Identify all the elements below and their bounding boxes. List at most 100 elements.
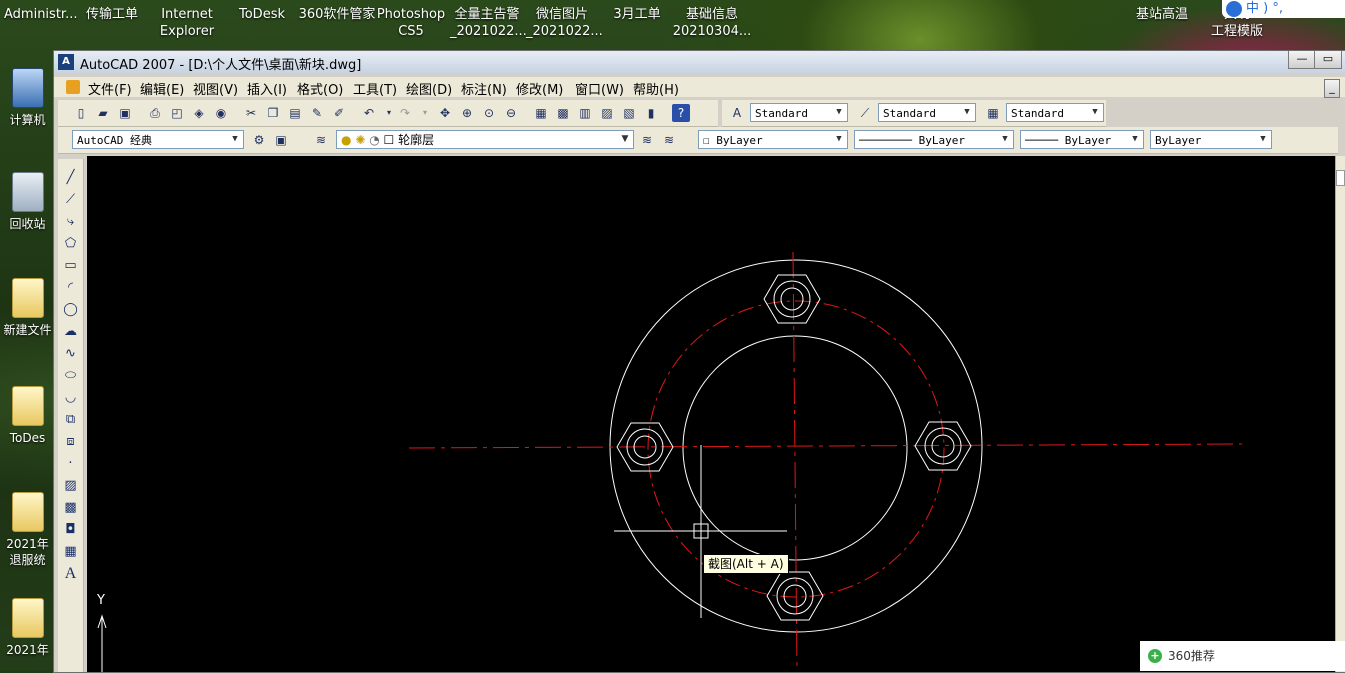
- dim-style-icon[interactable]: ⟋: [856, 104, 874, 122]
- ellipse-arc-icon[interactable]: ◡: [62, 389, 79, 406]
- desktop-icon-360-software-manager[interactable]: 360软件管家: [298, 6, 376, 23]
- construction-line-icon[interactable]: ⟋: [62, 191, 79, 208]
- open-file-icon[interactable]: ▰: [94, 104, 112, 122]
- linetype-select[interactable]: ──────── ByLayer ▼: [854, 130, 1014, 149]
- plot-preview-icon[interactable]: ◰: [168, 104, 186, 122]
- menu-insert[interactable]: 插入(I): [247, 79, 287, 98]
- markup-icon[interactable]: ▧: [620, 104, 638, 122]
- gradient-icon[interactable]: ▩: [62, 499, 79, 516]
- scrollbar-thumb[interactable]: [1336, 170, 1345, 186]
- polygon-icon[interactable]: ⬠: [62, 235, 79, 252]
- polyline-icon[interactable]: ⤷: [62, 213, 79, 230]
- maximize-button[interactable]: ▭: [1314, 51, 1342, 69]
- workspace-settings-icon[interactable]: ⚙: [250, 131, 268, 149]
- ellipse-icon[interactable]: ⬭: [62, 367, 79, 384]
- layer-previous-icon[interactable]: ≋: [660, 131, 678, 149]
- zoom-previous-icon[interactable]: ⊖: [502, 104, 520, 122]
- desktop-icon-internet-explorer[interactable]: Internet Explorer: [150, 6, 224, 40]
- 3d-dwf-icon[interactable]: ◉: [212, 104, 230, 122]
- save-icon[interactable]: ▣: [116, 104, 134, 122]
- new-file-icon[interactable]: ▯: [72, 104, 90, 122]
- circle-icon[interactable]: ◯: [62, 301, 79, 318]
- desktop-icon-photoshop[interactable]: Photoshop CS5: [376, 6, 446, 40]
- block-editor-icon[interactable]: ✐: [330, 104, 348, 122]
- menu-edit[interactable]: 编辑(E): [140, 79, 184, 98]
- desktop-icon-todesk[interactable]: ToDesk: [230, 6, 294, 23]
- revision-cloud-icon[interactable]: ☁: [62, 323, 79, 340]
- desktop-icon-administrator[interactable]: Administr...: [4, 6, 77, 23]
- copy-icon[interactable]: ❐: [264, 104, 282, 122]
- multiline-text-icon[interactable]: A: [62, 565, 79, 582]
- paste-icon[interactable]: ▤: [286, 104, 304, 122]
- table-style-select[interactable]: Standard ▼: [1006, 103, 1104, 122]
- zoom-realtime-icon[interactable]: ⊕: [458, 104, 476, 122]
- menu-file[interactable]: 文件(F): [88, 79, 132, 98]
- cut-icon[interactable]: ✂: [242, 104, 260, 122]
- point-icon[interactable]: ·: [62, 455, 79, 472]
- table-style-icon[interactable]: ▦: [984, 104, 1002, 122]
- dim-style-select[interactable]: Standard ▼: [878, 103, 976, 122]
- drawing-canvas[interactable]: Y: [87, 156, 1336, 672]
- print-icon[interactable]: ⎙: [146, 104, 164, 122]
- menu-view[interactable]: 视图(V): [193, 79, 238, 98]
- vertical-scrollbar[interactable]: [1335, 156, 1345, 672]
- desktop-icon-wechat-image[interactable]: 微信图片 _2021022...: [526, 6, 603, 40]
- menu-format[interactable]: 格式(O): [297, 79, 343, 98]
- menu-dimension[interactable]: 标注(N): [461, 79, 507, 98]
- desktop-icon-station-high-temp[interactable]: 基站高温: [1130, 6, 1194, 23]
- workspace-select[interactable]: AutoCAD 经典 ▼: [72, 130, 244, 149]
- undo-icon[interactable]: ↶: [360, 104, 378, 122]
- doc-minimize-button[interactable]: _: [1324, 79, 1340, 98]
- notification-360[interactable]: + 360推荐: [1140, 641, 1345, 671]
- menu-window[interactable]: 窗口(W): [575, 79, 624, 98]
- folder-icon: [11, 598, 44, 638]
- rectangle-icon[interactable]: ▭: [62, 257, 79, 274]
- redo-dropdown-icon[interactable]: ▾: [416, 104, 434, 122]
- properties-icon[interactable]: ▦: [532, 104, 550, 122]
- desktop-icon-computer[interactable]: 计算机: [0, 68, 55, 128]
- desktop-icon-basic-info[interactable]: 基础信息 20210304...: [672, 6, 752, 40]
- desktop-icon-march-orders[interactable]: 3月工单: [606, 6, 668, 23]
- spline-icon[interactable]: ∿: [62, 345, 79, 362]
- publish-icon[interactable]: ◈: [190, 104, 208, 122]
- sheet-set-icon[interactable]: ▨: [598, 104, 616, 122]
- make-block-icon[interactable]: ⧈: [62, 433, 79, 450]
- ime-toolbar[interactable]: 中 ) °,: [1222, 0, 1345, 18]
- menu-help[interactable]: 帮助(H): [633, 79, 679, 98]
- table-icon[interactable]: ▦: [62, 543, 79, 560]
- make-layer-current-icon[interactable]: ≋: [638, 131, 656, 149]
- menu-modify[interactable]: 修改(M): [516, 79, 563, 98]
- layer-manager-icon[interactable]: ≋: [312, 131, 330, 149]
- color-select[interactable]: ☐ ByLayer ▼: [698, 130, 848, 149]
- desktop-icon-2021-stats[interactable]: 2021年 退服统: [0, 492, 55, 568]
- plotstyle-select[interactable]: ByLayer ▼: [1150, 130, 1272, 149]
- region-icon[interactable]: ◘: [62, 521, 79, 538]
- zoom-window-icon[interactable]: ⊙: [480, 104, 498, 122]
- match-properties-icon[interactable]: ✎: [308, 104, 326, 122]
- window-titlebar[interactable]: A AutoCAD 2007 - [D:\个人文件\桌面\新块.dwg] — ▭: [54, 51, 1345, 73]
- hatch-icon[interactable]: ▨: [62, 477, 79, 494]
- menu-tools[interactable]: 工具(T): [353, 79, 397, 98]
- desktop-icon-alarm-file[interactable]: 全量主告警 _2021022...: [450, 6, 527, 40]
- desktop-icon-new-folder[interactable]: 新建文件: [0, 278, 55, 338]
- desktop-icon-2021-folder[interactable]: 2021年: [0, 598, 55, 658]
- desktop-icon-todesk-folder[interactable]: ToDes: [0, 386, 55, 446]
- text-style-icon[interactable]: A: [728, 104, 746, 122]
- layer-select[interactable]: ● ✺ ◔ ☐ 轮廓层 ▼: [336, 130, 634, 149]
- insert-block-icon[interactable]: ⧉: [62, 411, 79, 428]
- lineweight-select[interactable]: ───── ByLayer ▼: [1020, 130, 1144, 149]
- desktop-icon-transfer-order[interactable]: 传输工单: [80, 6, 144, 23]
- minimize-button[interactable]: —: [1288, 51, 1316, 69]
- help-icon[interactable]: ?: [672, 104, 690, 122]
- menu-draw[interactable]: 绘图(D): [406, 79, 452, 98]
- text-style-select[interactable]: Standard ▼: [750, 103, 848, 122]
- calculator-icon[interactable]: ▮: [642, 104, 660, 122]
- workspace-save-icon[interactable]: ▣: [272, 131, 290, 149]
- tool-palettes-icon[interactable]: ▥: [576, 104, 594, 122]
- design-center-icon[interactable]: ▩: [554, 104, 572, 122]
- pan-realtime-icon[interactable]: ✥: [436, 104, 454, 122]
- redo-icon[interactable]: ↷: [396, 104, 414, 122]
- desktop-icon-recycle-bin[interactable]: 回收站: [0, 172, 55, 232]
- line-icon[interactable]: ╱: [62, 169, 79, 186]
- arc-icon[interactable]: ◜: [62, 279, 79, 296]
